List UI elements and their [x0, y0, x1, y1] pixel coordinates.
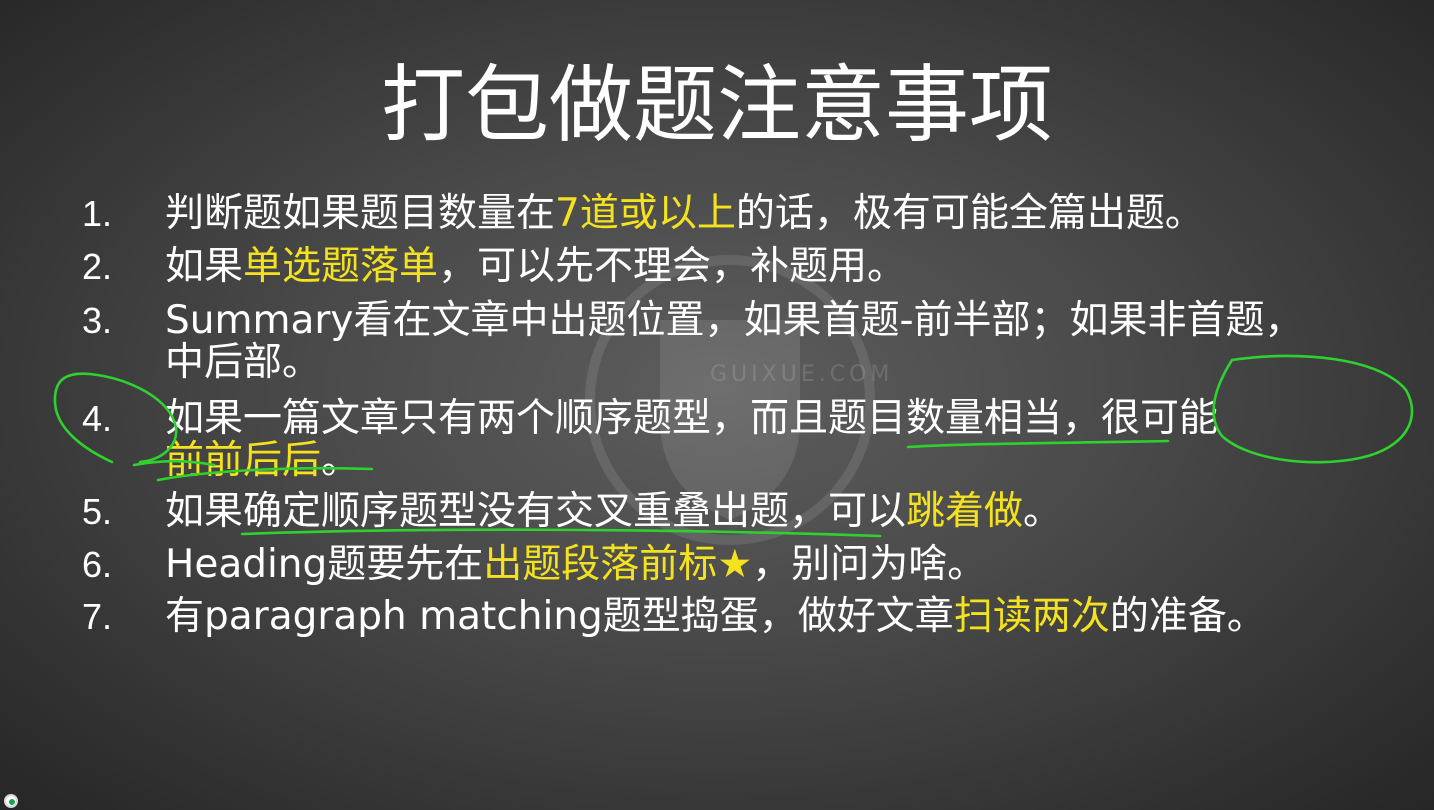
highlight-text: 7道或以上	[555, 191, 736, 236]
item-number: 2.	[82, 246, 113, 287]
star-icon: ★	[717, 542, 753, 587]
text-run: 。	[1023, 489, 1063, 534]
text-run: 的话，极有可能全篇出题。	[735, 191, 1204, 236]
text-run: 的准备。	[1109, 594, 1266, 639]
highlight-text: 扫读两次	[953, 594, 1110, 639]
slide: GUIXUE.COM 打包做题注意事项 1. 判断题如果题目数量在7道或以上的话…	[0, 0, 1434, 810]
item-text: 前前后后。	[165, 437, 360, 485]
item-text: 如果确定顺序题型没有交叉重叠出题，可以跳着做。	[165, 488, 1062, 536]
item-text: Heading题要先在出题段落前标★，别问为啥。	[165, 541, 986, 589]
item-text: 有paragraph matching题型捣蛋，做好文章扫读两次的准备。	[165, 593, 1266, 641]
text-run: ，可以先不理会，补题用。	[438, 244, 907, 289]
highlight-text: 前前后后	[165, 438, 322, 483]
item-number: 7.	[82, 596, 113, 637]
item-number: 6.	[82, 544, 113, 585]
text-run: 。	[321, 438, 361, 483]
text-run: 如果	[165, 244, 244, 289]
text-run: ，别问为啥。	[752, 542, 987, 587]
item-text: 判断题如果题目数量在7道或以上的话，极有可能全篇出题。	[165, 190, 1204, 238]
highlight-text: 出题段落前标	[483, 542, 718, 587]
text-run: 如果确定顺序题型没有交叉重叠出题，可以	[165, 489, 907, 534]
item-text: Summary看在文章中出题位置，如果首题-前半部；如果非首题，	[165, 298, 1304, 343]
text-run: Heading题要先在	[165, 542, 484, 587]
text-run: 判断题如果题目数量在	[165, 191, 556, 236]
text-run: 有paragraph matching题型捣蛋，做好文章	[165, 594, 954, 639]
item-number: 1.	[82, 193, 113, 234]
item-number: 3.	[82, 300, 113, 341]
item-text: 如果单选题落单，可以先不理会，补题用。	[165, 243, 906, 291]
item-text: 中后部。	[165, 340, 322, 385]
item-list: 1. 判断题如果题目数量在7道或以上的话，极有可能全篇出题。 2. 如果单选题落…	[0, 0, 1434, 810]
item-number: 5.	[82, 491, 113, 532]
status-dot-icon	[4, 794, 18, 808]
item-number: 4.	[82, 398, 113, 439]
highlight-text: 单选题落单	[243, 244, 439, 289]
highlight-text: 跳着做	[906, 489, 1024, 534]
item-text: 如果一篇文章只有两个顺序题型，而且题目数量相当，很可能	[165, 396, 1219, 441]
